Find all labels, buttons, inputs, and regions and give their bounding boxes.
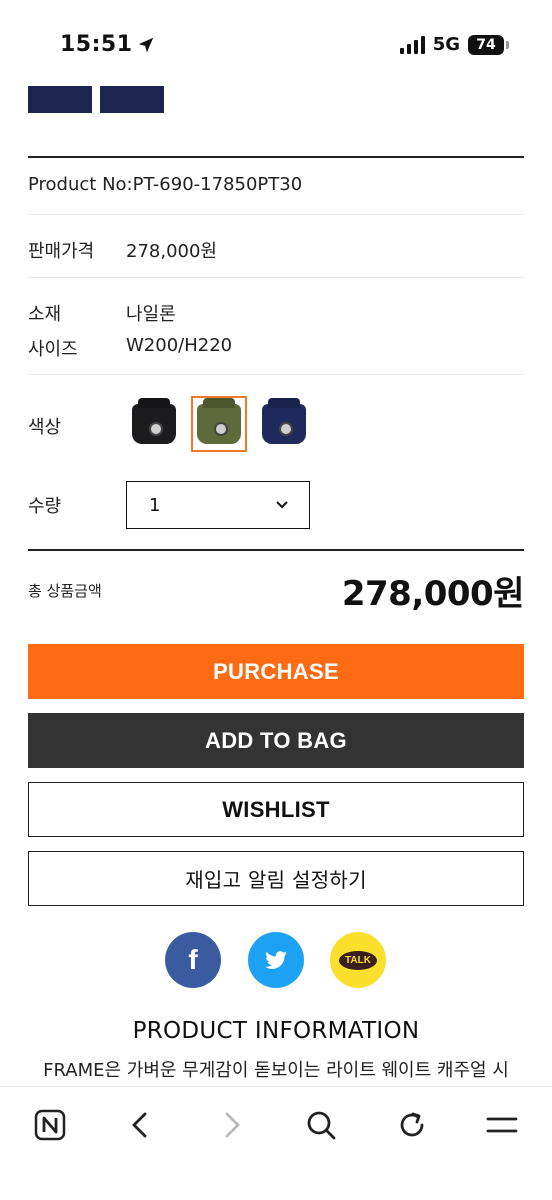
price-label: 판매가격 xyxy=(28,241,95,262)
divider xyxy=(28,156,524,158)
material-label: 소재 xyxy=(28,304,62,325)
naver-home-button[interactable] xyxy=(28,1103,72,1147)
quantity-value: 1 xyxy=(149,494,161,516)
product-information-title: PRODUCT INFORMATION xyxy=(132,1018,420,1044)
status-indicators: 5G 74 xyxy=(399,34,509,55)
product-information-text: FRAME은 가벼운 무게감이 돋보이는 라이트 웨이트 캐주얼 시 xyxy=(43,1060,509,1081)
divider xyxy=(28,214,524,215)
hamburger-menu-icon xyxy=(486,1117,518,1133)
battery-level: 74 xyxy=(476,36,496,53)
naver-n-icon xyxy=(34,1109,66,1141)
divider xyxy=(28,549,524,551)
kakaotalk-icon: TALK xyxy=(339,950,377,970)
browser-bottom-bar xyxy=(0,1086,552,1200)
thumbnail-image[interactable] xyxy=(100,86,164,113)
color-swatch-navy[interactable] xyxy=(256,396,312,452)
total-label: 총 상품금액 xyxy=(28,582,102,600)
search-icon xyxy=(307,1111,336,1140)
bag-olive-image xyxy=(197,404,241,444)
twitter-share-button[interactable] xyxy=(248,932,304,988)
refresh-button[interactable] xyxy=(390,1103,434,1147)
quantity-select[interactable]: 1 xyxy=(126,481,310,529)
forward-button[interactable] xyxy=(210,1103,254,1147)
chevron-right-icon xyxy=(225,1112,240,1138)
thumbnail-image[interactable] xyxy=(28,86,92,113)
wishlist-button[interactable]: WISHLIST xyxy=(28,782,524,837)
menu-button[interactable] xyxy=(480,1103,524,1147)
product-thumbnails xyxy=(28,86,164,113)
add-to-bag-button[interactable]: ADD TO BAG xyxy=(28,713,524,768)
time-text: 15:51 xyxy=(60,32,133,57)
total-price: 278,000원 xyxy=(341,574,525,614)
quantity-label: 수량 xyxy=(28,496,62,517)
bag-navy-image xyxy=(262,404,306,444)
price-value: 278,000원 xyxy=(126,241,217,262)
kakaotalk-share-button[interactable]: TALK xyxy=(330,932,386,988)
color-swatch-black[interactable] xyxy=(126,396,182,452)
twitter-icon xyxy=(265,951,287,969)
restock-alert-button[interactable]: 재입고 알림 설정하기 xyxy=(28,851,524,906)
divider xyxy=(28,374,524,375)
chevron-left-icon xyxy=(132,1112,147,1138)
refresh-icon xyxy=(400,1112,424,1137)
divider xyxy=(28,277,524,278)
signal-icon xyxy=(399,35,425,54)
color-swatch-olive[interactable] xyxy=(191,396,247,452)
facebook-icon: f xyxy=(188,944,198,975)
battery-icon: 74 xyxy=(468,34,509,55)
material-value: 나일론 xyxy=(126,304,176,325)
purchase-button[interactable]: PURCHASE xyxy=(28,644,524,699)
status-time: 15:51 xyxy=(60,32,155,57)
chevron-down-icon xyxy=(276,501,288,509)
facebook-share-button[interactable]: f xyxy=(165,932,221,988)
location-arrow-icon xyxy=(138,37,153,52)
search-button[interactable] xyxy=(299,1103,343,1147)
back-button[interactable] xyxy=(118,1103,162,1147)
status-bar: 15:51 5G 74 xyxy=(0,0,552,86)
product-number: Product No:PT-690-17850PT30 xyxy=(28,174,303,195)
color-label: 색상 xyxy=(28,417,62,438)
size-value: W200/H220 xyxy=(126,335,233,356)
size-label: 사이즈 xyxy=(28,339,78,360)
bag-black-image xyxy=(132,404,176,444)
network-type: 5G xyxy=(432,34,460,55)
